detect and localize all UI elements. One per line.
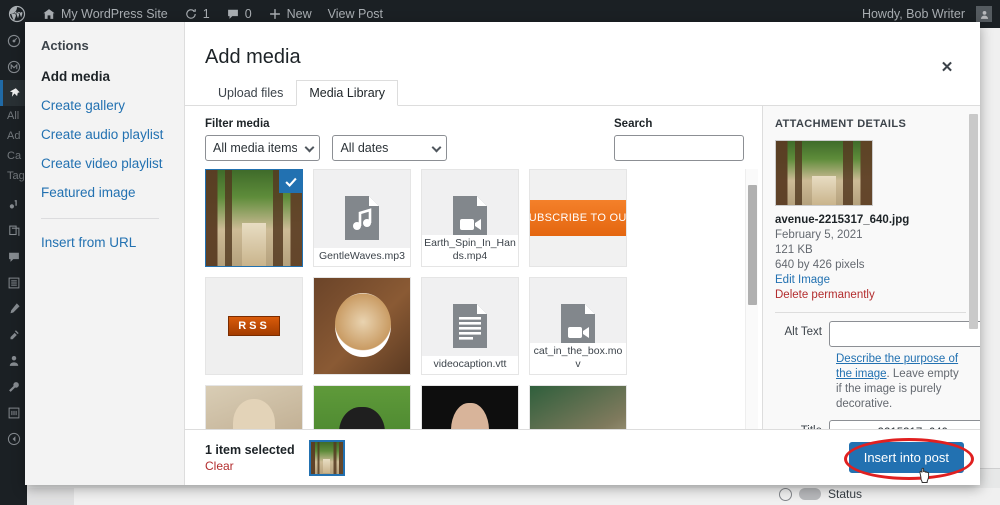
modal-body: Filter media All media items All dates S… (185, 106, 980, 429)
insert-into-post-button[interactable]: Insert into post (848, 442, 964, 473)
search-group: Search (614, 118, 744, 161)
tab-media-library[interactable]: Media Library (296, 80, 399, 106)
details-divider (775, 312, 966, 313)
media-item[interactable] (421, 385, 519, 429)
media-thumbnail (206, 386, 302, 429)
filter-group: Filter media All media items All dates (205, 118, 455, 161)
avenue-image (776, 141, 872, 205)
scrollbar-thumb[interactable] (748, 185, 757, 305)
alt-text-label: Alt Text (784, 326, 823, 338)
media-grid-pane: Filter media All media items All dates S… (185, 106, 762, 429)
sidebar-item-insert-from-url[interactable]: Insert from URL (41, 235, 184, 250)
checkmark-icon (284, 177, 297, 187)
media-item-filename: videocaption.vtt (422, 356, 518, 374)
media-item[interactable] (313, 385, 411, 429)
media-item[interactable]: videocaption.vtt (421, 277, 519, 375)
modal-tabs: Upload files Media Library (185, 79, 980, 106)
media-type-select-wrap: All media items (205, 135, 320, 161)
tab-upload-files[interactable]: Upload files (205, 80, 296, 106)
media-thumbnail (422, 386, 518, 429)
selected-thumbnail[interactable] (308, 439, 345, 476)
selection-info: 1 item selected Clear (205, 439, 345, 476)
alt-text-field[interactable] (829, 321, 980, 347)
search-input[interactable] (614, 135, 744, 161)
media-grid-scroll[interactable]: GentleWaves.mp3 Earth_Spin_In_Hands.mp4 SU… (185, 169, 762, 429)
attachment-date: February 5, 2021 (775, 229, 863, 241)
attachment-thumbnail (775, 140, 873, 206)
subscribe-banner-text: SUBSCRIBE TO OUR (530, 199, 626, 237)
avenue-image (310, 441, 343, 474)
filter-media-label: Filter media (205, 118, 270, 130)
attachment-filesize: 121 KB (775, 244, 813, 256)
date-select[interactable]: All dates (332, 135, 448, 161)
media-filters: Filter media All media items All dates S… (185, 106, 762, 169)
media-item-filename: GentleWaves.mp3 (314, 248, 410, 266)
sidebar-item-create-video-playlist[interactable]: Create video playlist (41, 156, 184, 171)
wordpress-admin-screen: Word count: 970 Last edited by Bob Write… (0, 0, 1000, 505)
search-label: Search (614, 118, 653, 130)
media-item[interactable] (205, 385, 303, 429)
selected-checkmark[interactable] (279, 170, 302, 193)
media-thumbnail (314, 386, 410, 429)
sidebar-item-create-audio-playlist[interactable]: Create audio playlist (41, 127, 184, 142)
title-row: Title (775, 420, 980, 429)
media-thumbnail: RSS (206, 278, 302, 374)
modal-main: ✕ Add media Upload files Media Library F… (185, 22, 980, 485)
media-type-select[interactable]: All media items (205, 135, 320, 161)
selected-count: 1 item selected (205, 442, 295, 457)
close-icon[interactable]: ✕ (936, 56, 958, 78)
media-item[interactable] (313, 277, 411, 375)
sidebar-item-add-media[interactable]: Add media (41, 69, 184, 84)
delete-permanently-link[interactable]: Delete permanently (775, 288, 966, 303)
details-scrollbar-thumb[interactable] (969, 114, 978, 329)
media-grid: GentleWaves.mp3 Earth_Spin_In_Hands.mp4 SU… (205, 169, 725, 429)
media-item[interactable]: SUBSCRIBE TO OUR (529, 169, 627, 267)
media-thumbnail (530, 386, 626, 429)
media-item[interactable]: GentleWaves.mp3 (313, 169, 411, 267)
document-file-icon (453, 304, 487, 348)
media-item[interactable] (205, 169, 303, 267)
add-media-modal: Actions Add media Create gallery Create … (25, 22, 980, 485)
media-item[interactable]: cat_in_the_box.mov (529, 277, 627, 375)
media-item-filename: cat_in_the_box.mov (530, 343, 626, 374)
alt-text-help: Describe the purpose of the image. Leave… (836, 352, 966, 412)
media-item-filename: Earth_Spin_In_Hands.mp4 (422, 235, 518, 266)
modal-title: Add media (205, 46, 301, 68)
clear-selection-button[interactable]: Clear (205, 458, 295, 474)
alt-text-row: Alt Text (775, 321, 980, 347)
modal-actions-sidebar: Actions Add media Create gallery Create … (25, 22, 185, 485)
attachment-dimensions: 640 by 426 pixels (775, 259, 865, 271)
attachment-details-heading: ATTACHMENT DETAILS (775, 118, 907, 130)
rss-badge-text: RSS (228, 316, 280, 336)
media-thumbnail (314, 278, 410, 374)
media-item[interactable]: RSS (205, 277, 303, 375)
attachment-filename: avenue-2215317_640.jpg (775, 214, 910, 226)
details-scrollbar[interactable] (969, 114, 978, 421)
modal-footer: 1 item selected Clear Insert into post (185, 429, 980, 485)
media-item[interactable] (529, 385, 627, 429)
media-grid-scrollbar[interactable] (745, 169, 758, 429)
date-select-wrap: All dates (332, 135, 448, 161)
sidebar-divider (41, 218, 159, 219)
attachment-details-panel: ATTACHMENT DETAILS avenue-2215317_640.jp… (762, 106, 980, 429)
title-field[interactable] (829, 420, 980, 429)
sidebar-item-create-gallery[interactable]: Create gallery (41, 98, 184, 113)
audio-file-icon (345, 196, 379, 240)
media-thumbnail: SUBSCRIBE TO OUR (530, 170, 626, 266)
sidebar-item-featured-image[interactable]: Featured image (41, 185, 184, 200)
title-label: Title (775, 420, 829, 429)
actions-heading: Actions (41, 38, 89, 53)
edit-image-link[interactable]: Edit Image (775, 273, 966, 288)
media-item[interactable]: Earth_Spin_In_Hands.mp4 (421, 169, 519, 267)
selection-text-group: 1 item selected Clear (205, 442, 295, 474)
